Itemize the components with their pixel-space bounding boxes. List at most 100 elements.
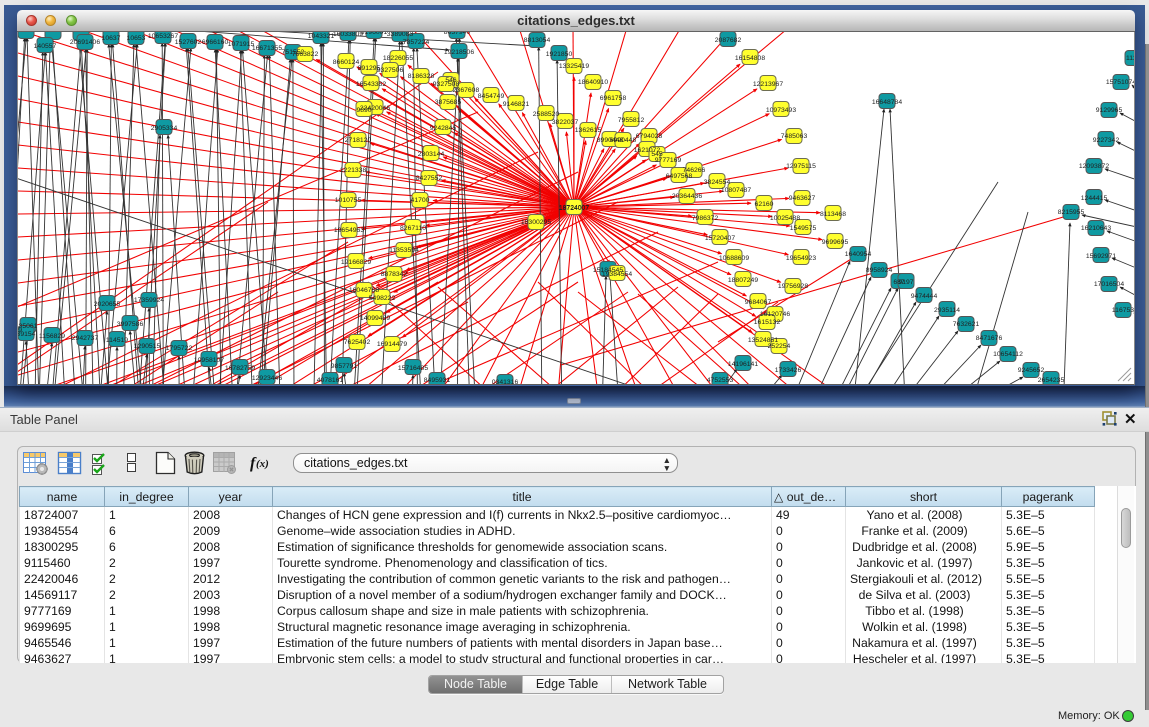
svg-text:9129965: 9129965 <box>1096 107 1123 114</box>
svg-text:15720407: 15720407 <box>705 235 735 242</box>
svg-text:41700: 41700 <box>411 197 430 204</box>
svg-text:3997586: 3997586 <box>117 321 144 328</box>
svg-text:7485063: 7485063 <box>781 133 808 140</box>
svg-text:6966160: 6966160 <box>202 39 229 46</box>
svg-text:9245652: 9245652 <box>1018 367 1045 374</box>
svg-text:4752553: 4752553 <box>707 377 734 384</box>
svg-text:10688609: 10688609 <box>719 255 749 262</box>
svg-text:20364436: 20364436 <box>672 193 702 200</box>
svg-text:7632621: 7632621 <box>953 321 980 328</box>
svg-text:13325419: 13325419 <box>559 63 589 70</box>
svg-text:1221338: 1221338 <box>340 167 367 174</box>
svg-text:12093872: 12093872 <box>1079 163 1109 170</box>
svg-text:15716485: 15716485 <box>398 365 428 372</box>
svg-text:4078161: 4078161 <box>317 377 344 384</box>
svg-text:1640954: 1640954 <box>845 251 872 258</box>
svg-text:8427552: 8427552 <box>416 175 443 182</box>
svg-text:1615132: 1615132 <box>754 319 781 326</box>
svg-text:3824554: 3824554 <box>704 179 731 186</box>
svg-text:8878342: 8878342 <box>381 271 408 278</box>
svg-text:18807249: 18807249 <box>728 277 758 284</box>
svg-text:2020655: 2020655 <box>94 301 121 308</box>
svg-text:9242845: 9242845 <box>430 125 457 132</box>
svg-text:19654923: 19654923 <box>786 255 816 262</box>
svg-text:10958107: 10958107 <box>194 357 224 364</box>
svg-text:12213967: 12213967 <box>753 81 783 88</box>
svg-text:19218506: 19218506 <box>444 49 474 56</box>
svg-text:19166829: 19166829 <box>341 259 371 266</box>
svg-text:3389083: 3389083 <box>387 32 414 38</box>
svg-text:7986372: 7986372 <box>692 215 719 222</box>
svg-text:16120746: 16120746 <box>760 311 790 318</box>
svg-text:16671355: 16671355 <box>252 45 282 52</box>
svg-text:9777169: 9777169 <box>655 157 682 164</box>
svg-text:17359924: 17359924 <box>134 297 164 304</box>
svg-text:16154808: 16154808 <box>735 55 765 62</box>
svg-text:35061: 35061 <box>19 323 38 330</box>
svg-text:62160: 62160 <box>755 201 774 208</box>
svg-text:1527602: 1527602 <box>175 39 202 46</box>
svg-text:114519: 114519 <box>106 337 128 344</box>
svg-text:14099489: 14099489 <box>360 315 390 322</box>
svg-text:9890: 9890 <box>356 107 371 114</box>
svg-text:16782759: 16782759 <box>225 365 255 372</box>
svg-text:12923446: 12923446 <box>252 375 282 382</box>
svg-text:12975115: 12975115 <box>786 163 816 170</box>
svg-text:11353594: 11353594 <box>389 247 419 254</box>
svg-text:8958924: 8958924 <box>866 267 893 274</box>
svg-text:2367608: 2367608 <box>453 87 480 94</box>
svg-text:9684067: 9684067 <box>745 299 772 306</box>
svg-text:15692971: 15692971 <box>1086 253 1116 260</box>
svg-text:2588520: 2588520 <box>533 111 560 118</box>
svg-text:9146821: 9146821 <box>503 101 530 108</box>
svg-text:18226055: 18226055 <box>383 55 413 62</box>
svg-text:16543382: 16543382 <box>356 81 386 88</box>
svg-text:10653267: 10653267 <box>148 33 178 40</box>
svg-text:8186328: 8186328 <box>408 73 435 80</box>
svg-text:10637: 10637 <box>102 35 121 42</box>
svg-text:3822037: 3822037 <box>552 119 579 126</box>
svg-text:20691406: 20691406 <box>70 39 100 46</box>
svg-text:6961758: 6961758 <box>600 95 627 102</box>
svg-text:0341316: 0341316 <box>492 379 519 385</box>
svg-text:116753: 116753 <box>1112 307 1134 314</box>
svg-text:6990448: 6990448 <box>610 137 637 144</box>
svg-text:746266: 746266 <box>683 167 706 174</box>
svg-text:252254: 252254 <box>768 343 791 350</box>
svg-text:19756928: 19756928 <box>778 283 808 290</box>
svg-text:9474444: 9474444 <box>911 293 938 300</box>
svg-text:16033809: 16033809 <box>333 32 363 38</box>
svg-text:2905334: 2905334 <box>151 125 178 132</box>
svg-text:1733426: 1733426 <box>775 367 802 374</box>
svg-text:10654112: 10654112 <box>993 351 1023 358</box>
svg-text:1549575: 1549575 <box>790 225 817 232</box>
svg-text:6794028: 6794028 <box>636 133 663 140</box>
svg-text:1112: 1112 <box>1126 55 1135 62</box>
svg-text:2654235: 2654235 <box>1038 377 1065 384</box>
svg-text:8267110: 8267110 <box>400 225 426 232</box>
svg-text:8471676: 8471676 <box>976 335 1003 342</box>
svg-text:2803144: 2803144 <box>418 151 445 158</box>
svg-text:9327506: 9327506 <box>377 67 404 74</box>
svg-text:7663822: 7663822 <box>292 51 319 58</box>
svg-text:2942737: 2942737 <box>72 335 99 342</box>
svg-text:1071915: 1071915 <box>228 41 255 48</box>
svg-text:16914479: 16914479 <box>377 341 407 348</box>
svg-text:1244415: 1244415 <box>1081 195 1108 202</box>
svg-text:9227342: 9227342 <box>1093 137 1120 144</box>
svg-text:18724007: 18724007 <box>559 205 589 212</box>
svg-text:8813054: 8813054 <box>524 37 551 44</box>
svg-text:2935114: 2935114 <box>934 307 960 314</box>
svg-text:8637940: 8637940 <box>444 32 471 36</box>
svg-text:1795722: 1795722 <box>166 345 193 352</box>
svg-text:18640910: 18640910 <box>578 79 608 86</box>
svg-text:7857224: 7857224 <box>403 39 430 46</box>
svg-text:18300295: 18300295 <box>521 219 551 226</box>
svg-text:10807487: 10807487 <box>721 187 751 194</box>
svg-text:9857791: 9857791 <box>331 363 358 370</box>
svg-text:10973493: 10973493 <box>766 107 796 114</box>
svg-text:3875685: 3875685 <box>435 99 462 106</box>
svg-text:8113468: 8113468 <box>820 211 846 218</box>
svg-text:17016504: 17016504 <box>1094 281 1124 288</box>
svg-text:19654963: 19654963 <box>334 227 364 234</box>
